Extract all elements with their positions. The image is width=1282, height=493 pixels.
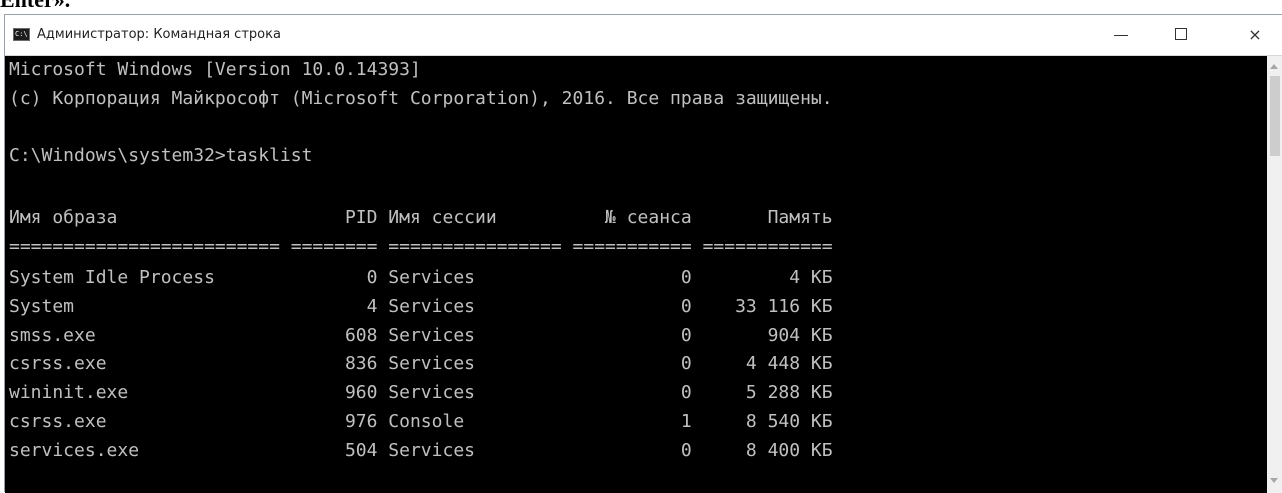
table-row: services.exe 504 Services 0 8 400 КБ [9, 440, 833, 461]
window-title: Администратор: Командная строка [37, 27, 281, 42]
console-line: (c) Корпорация Майкрософт (Microsoft Cor… [9, 88, 833, 109]
minimize-icon [1114, 35, 1128, 36]
maximize-icon [1175, 28, 1187, 40]
table-row: csrss.exe 976 Console 1 8 540 КБ [9, 411, 833, 432]
document-text: Enter». [0, 0, 70, 12]
vertical-scrollbar[interactable] [1267, 56, 1282, 493]
console-line: C:\Windows\system32>tasklist [9, 145, 313, 166]
table-separator: ========================= ======== =====… [9, 236, 833, 257]
table-header-row: Имя образа PID Имя сессии № сеанса Памят… [9, 207, 833, 228]
scroll-down-icon[interactable] [1270, 478, 1278, 483]
scroll-thumb[interactable] [1270, 76, 1280, 156]
title-bar[interactable]: C:\ Администратор: Командная строка × [5, 15, 1282, 56]
close-icon: × [1248, 25, 1262, 44]
command-prompt-window: C:\ Администратор: Командная строка × Mi… [4, 14, 1282, 493]
maximize-button[interactable] [1153, 15, 1209, 55]
table-row: System Idle Process 0 Services 0 4 КБ [9, 267, 833, 288]
table-row: System 4 Services 0 33 116 КБ [9, 296, 833, 317]
console-output[interactable]: Microsoft Windows [Version 10.0.14393] (… [5, 56, 1267, 493]
minimize-button[interactable] [1093, 15, 1149, 55]
table-row: wininit.exe 960 Services 0 5 288 КБ [9, 382, 833, 403]
table-row: csrss.exe 836 Services 0 4 448 КБ [9, 353, 833, 374]
cmd-icon: C:\ [13, 28, 30, 41]
scroll-up-icon[interactable] [1270, 64, 1278, 69]
console-line: Microsoft Windows [Version 10.0.14393] [9, 59, 421, 80]
table-row: smss.exe 608 Services 0 904 КБ [9, 325, 833, 346]
close-button[interactable]: × [1227, 15, 1282, 55]
